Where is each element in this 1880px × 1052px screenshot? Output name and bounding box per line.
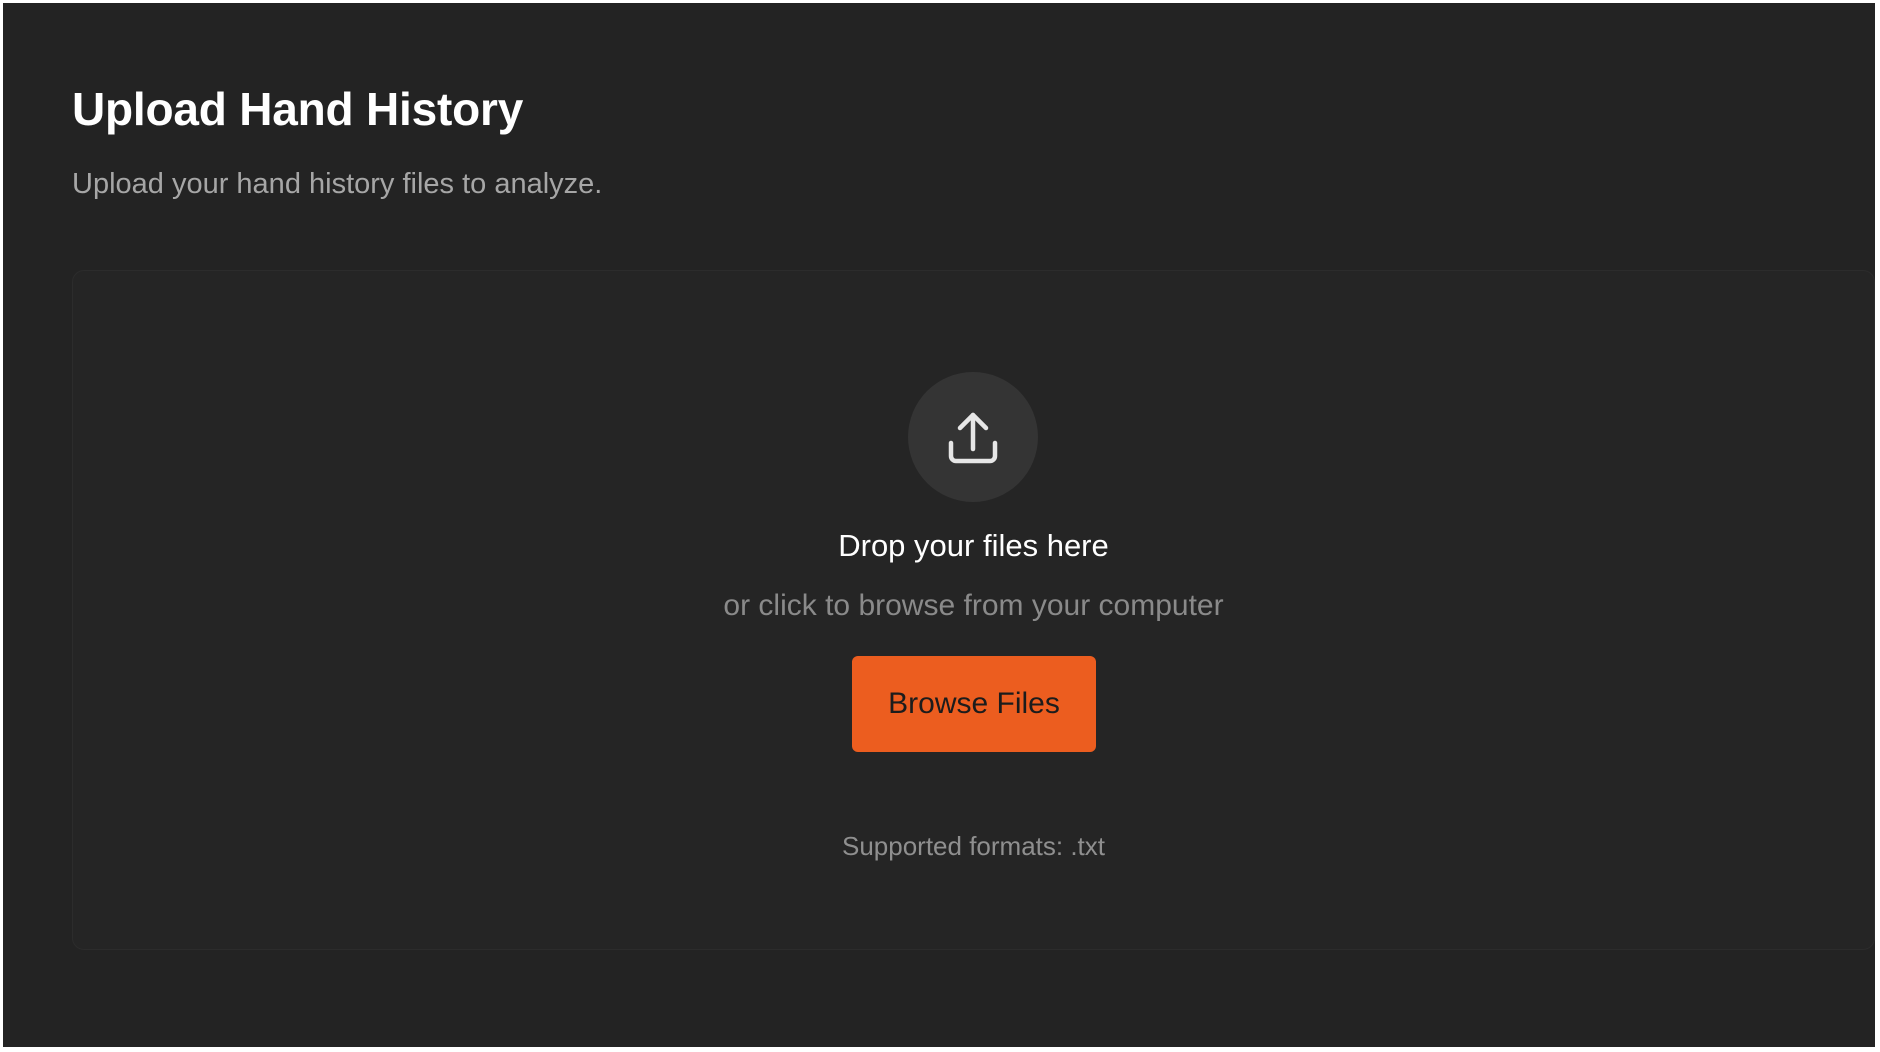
page-title: Upload Hand History — [72, 83, 524, 135]
upload-icon — [943, 407, 1003, 467]
page-subtitle: Upload your hand history files to analyz… — [72, 168, 603, 200]
drop-files-title: Drop your files here — [838, 528, 1109, 563]
drop-files-subtitle: or click to browse from your computer — [723, 589, 1224, 622]
upload-page: Upload Hand History Upload your hand his… — [3, 3, 1875, 1047]
supported-formats-note: Supported formats: .txt — [841, 831, 1105, 861]
upload-icon-circle — [908, 372, 1038, 502]
browse-files-button[interactable]: Browse Files — [852, 656, 1096, 752]
file-dropzone[interactable]: Drop your files here or click to browse … — [72, 270, 1875, 950]
